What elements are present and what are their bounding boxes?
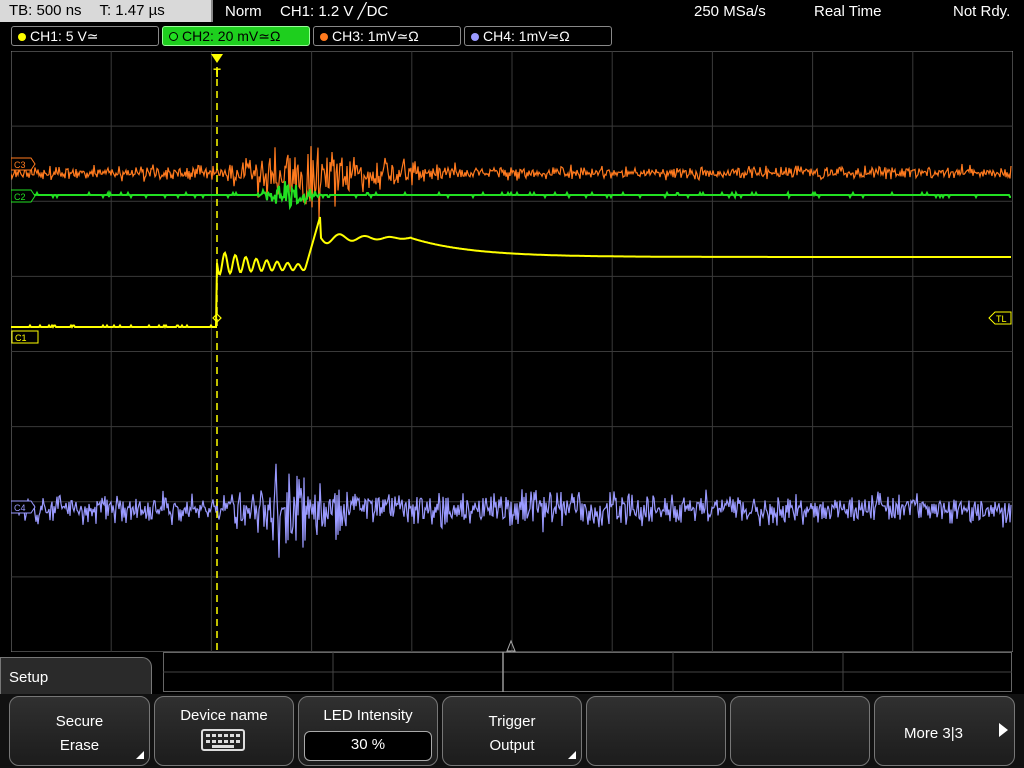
trigger-output-softkey[interactable]: Trigger Output bbox=[442, 696, 582, 766]
next-page-arrow-icon bbox=[999, 723, 1008, 737]
trigger-time-value: T: 1.47 µs bbox=[99, 2, 165, 19]
channel-4-label: CH4: 1mV≃Ω bbox=[483, 28, 570, 44]
channel-2-offset-label: C2 bbox=[14, 192, 26, 202]
device-name-softkey[interactable]: Device name bbox=[154, 696, 294, 766]
trigger-level-label: TL bbox=[996, 314, 1007, 324]
acquisition-mode: Real Time bbox=[814, 3, 882, 20]
channel-1-button[interactable]: CH1: 5 V≃ bbox=[11, 26, 159, 46]
device-name-label: Device name bbox=[180, 707, 268, 724]
channel-1-offset-label: C1 bbox=[15, 333, 27, 343]
channel-3-offset-label: C3 bbox=[14, 160, 26, 170]
keyboard-icon bbox=[201, 729, 245, 751]
menu-title-tab: Setup bbox=[0, 657, 152, 697]
trigger-mode[interactable]: Norm bbox=[225, 0, 262, 24]
more-softkey[interactable]: More 3|3 bbox=[874, 696, 1015, 766]
channel-3-dot-icon bbox=[320, 33, 328, 41]
channel-bar: CH1: 5 V≃ CH2: 20 mV≃Ω CH3: 1mV≃Ω CH4: 1… bbox=[0, 26, 1024, 48]
acquisition-status: Not Rdy. bbox=[953, 3, 1011, 20]
channel-1-label: CH1: 5 V≃ bbox=[30, 28, 99, 44]
sample-rate: 250 MSa/s bbox=[694, 3, 766, 20]
secure-erase-softkey[interactable]: Secure Erase bbox=[9, 696, 150, 766]
submenu-corner-icon bbox=[136, 751, 144, 759]
waveform-display[interactable]: T C3 C2 C1 C4 TL bbox=[11, 51, 1013, 652]
channel-1-dot-icon bbox=[18, 33, 26, 41]
menu-title: Setup bbox=[9, 669, 49, 686]
led-intensity-label: LED Intensity bbox=[323, 707, 413, 724]
channel-2-dot-icon bbox=[169, 32, 178, 41]
softkey-bar: Secure Erase Device name LED Intensity 3… bbox=[0, 694, 1024, 768]
led-intensity-value[interactable]: 30 % bbox=[304, 731, 432, 761]
empty-softkey-5[interactable] bbox=[586, 696, 726, 766]
status-bar: TB: 500 ns T: 1.47 µs Norm CH1: 1.2 V ╱D… bbox=[0, 0, 1024, 24]
trigger-source[interactable]: CH1: 1.2 V ╱DC bbox=[280, 0, 388, 24]
trigger-output-line1: Trigger bbox=[488, 713, 536, 730]
trigger-position-label: T bbox=[213, 66, 221, 80]
trigger-output-line2: Output bbox=[489, 737, 535, 754]
secure-erase-line2: Erase bbox=[59, 737, 100, 754]
memory-overview-strip bbox=[163, 652, 1012, 692]
channel-3-button[interactable]: CH3: 1mV≃Ω bbox=[313, 26, 461, 46]
more-label: More 3|3 bbox=[904, 725, 963, 742]
channel-2-button[interactable]: CH2: 20 mV≃Ω bbox=[162, 26, 310, 46]
led-intensity-softkey[interactable]: LED Intensity 30 % bbox=[298, 696, 438, 766]
timebase-value: TB: 500 ns bbox=[9, 2, 82, 19]
channel-3-label: CH3: 1mV≃Ω bbox=[332, 28, 419, 44]
empty-softkey-6[interactable] bbox=[730, 696, 870, 766]
channel-1-offset-marker[interactable]: C1 bbox=[11, 330, 39, 344]
secure-erase-line1: Secure bbox=[55, 713, 104, 730]
channel-2-label: CH2: 20 mV≃Ω bbox=[182, 28, 281, 44]
channel-4-offset-marker[interactable]: C4 bbox=[11, 500, 36, 514]
channel-2-offset-marker[interactable]: C2 bbox=[11, 189, 36, 203]
channel-4-button[interactable]: CH4: 1mV≃Ω bbox=[464, 26, 612, 46]
timebase-box[interactable]: TB: 500 ns T: 1.47 µs bbox=[0, 0, 213, 22]
channel-4-dot-icon bbox=[471, 33, 479, 41]
submenu-corner-icon bbox=[568, 751, 576, 759]
channel-3-offset-marker[interactable]: C3 bbox=[11, 157, 36, 171]
channel-4-offset-label: C4 bbox=[14, 503, 26, 513]
